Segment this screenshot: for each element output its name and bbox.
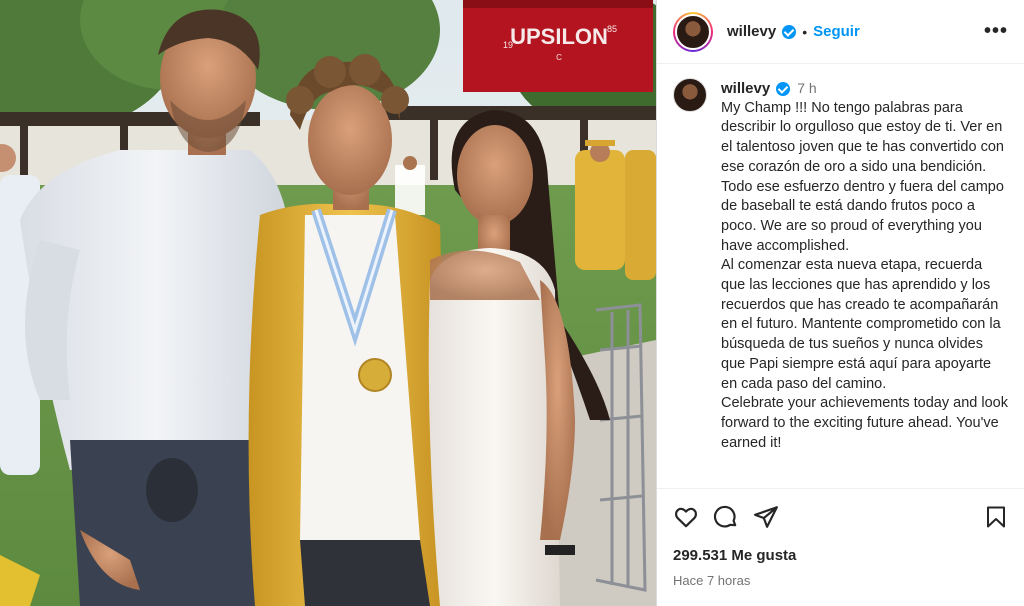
- caption-area: willevy 7 h My Champ !!! No tengo palabr…: [657, 64, 1024, 488]
- header-username[interactable]: willevy: [727, 23, 776, 40]
- graduation-photo-illustration: UPSILON 19 85 C: [0, 0, 656, 606]
- heart-icon[interactable]: [673, 504, 699, 530]
- caption-username[interactable]: willevy: [721, 79, 770, 99]
- verified-icon: [776, 81, 791, 96]
- bookmark-icon[interactable]: [984, 504, 1008, 530]
- comment-icon[interactable]: [713, 504, 739, 530]
- post-sidebar: willevy • Seguir ••• willevy 7 h My Cham…: [656, 0, 1024, 606]
- post-actions: 299.531 Me gusta Hace 7 horas: [657, 488, 1024, 606]
- instagram-post-view: UPSILON 19 85 C willevy • Seguir ••• wil…: [0, 0, 1024, 606]
- share-icon[interactable]: [753, 504, 779, 530]
- avatar[interactable]: [673, 11, 713, 52]
- caption-text: My Champ !!! No tengo palabras para desc…: [721, 99, 1008, 451]
- sign-sub: C: [556, 53, 562, 62]
- sign-year-left: 19: [503, 40, 513, 50]
- separator-dot: •: [802, 23, 808, 40]
- sign-title: UPSILON: [510, 24, 608, 49]
- post-header: willevy • Seguir •••: [657, 0, 1024, 64]
- post-photo[interactable]: UPSILON 19 85 C: [0, 0, 656, 606]
- verified-icon: [782, 24, 797, 39]
- posted-time: Hace 7 horas: [673, 573, 751, 588]
- like-count[interactable]: 299.531 Me gusta: [673, 547, 1008, 564]
- sign-year-right: 85: [607, 24, 617, 34]
- follow-button[interactable]: Seguir: [813, 23, 860, 40]
- caption-avatar[interactable]: [673, 78, 707, 112]
- caption-time[interactable]: 7 h: [797, 79, 816, 99]
- more-icon[interactable]: •••: [984, 20, 1008, 43]
